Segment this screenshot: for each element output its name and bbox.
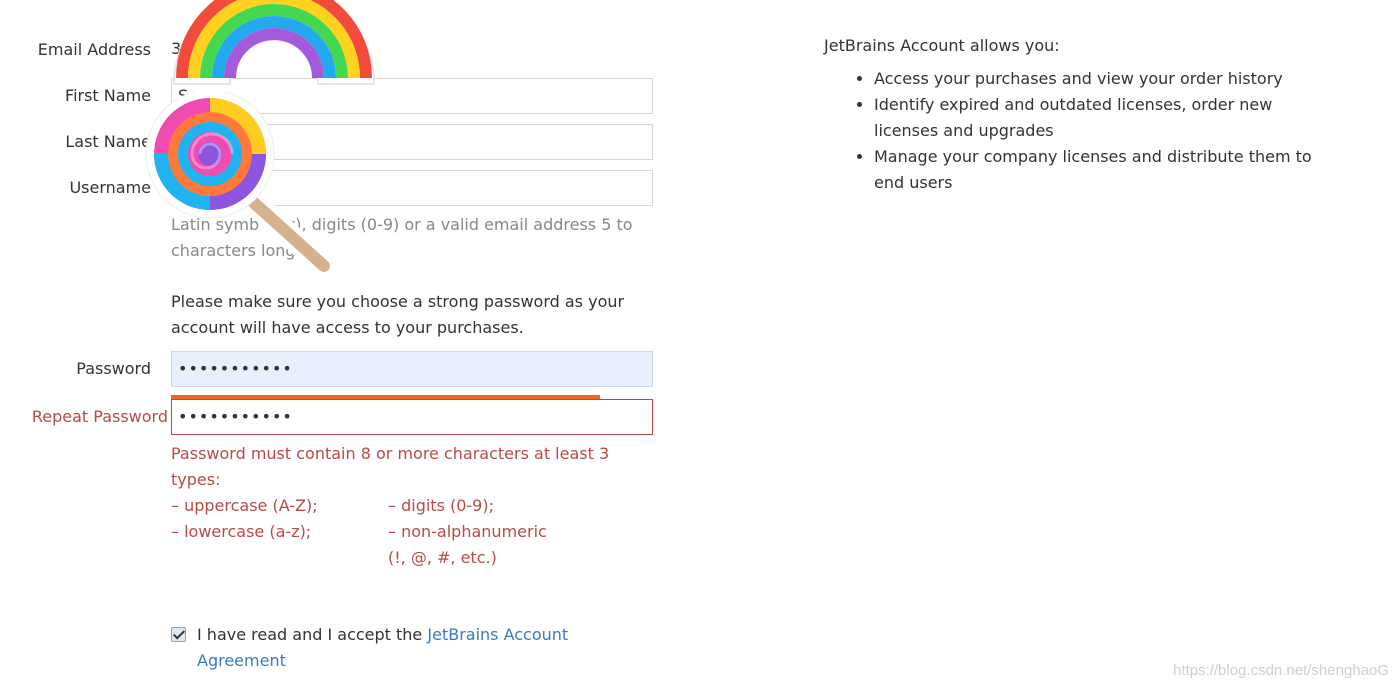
rainbow-sticker — [172, 0, 376, 85]
benefits-item: Manage your company licenses and distrib… — [874, 144, 1314, 196]
benefits-item: Access your purchases and view your orde… — [874, 66, 1314, 92]
first-name-label: First Name — [65, 86, 151, 105]
benefits-heading: JetBrains Account allows you: — [824, 36, 1060, 55]
agreement-checkbox[interactable] — [171, 627, 186, 642]
benefits-list: Access your purchases and view your orde… — [824, 66, 1324, 196]
password-label: Password — [76, 359, 151, 378]
username-label: Username — [69, 178, 151, 197]
error-uppercase: – uppercase (A-Z); — [171, 496, 318, 515]
email-label: Email Address — [37, 40, 151, 59]
error-nonalphanumeric-examples: (!, @, #, etc.) — [388, 548, 497, 567]
watermark: https://blog.csdn.net/shenghaoG — [1173, 662, 1389, 679]
lollipop-sticker — [145, 92, 338, 280]
repeat-password-label: Repeat Password — [31, 407, 168, 426]
error-nonalphanumeric: – non-alphanumeric — [388, 522, 547, 541]
error-digits: – digits (0-9); — [388, 496, 494, 515]
password-error-message: Password must contain 8 or more characte… — [171, 444, 610, 489]
repeat-password-input[interactable]: ••••••••••• — [171, 399, 653, 435]
last-name-label: Last Name — [65, 132, 151, 151]
password-note: Please make sure you choose a strong pas… — [171, 292, 625, 337]
agreement-text: I have read and I accept the JetBrains A… — [197, 622, 617, 674]
account-benefits-panel: JetBrains Account allows you: Access you… — [824, 34, 1324, 196]
benefits-item: Identify expired and outdated licenses, … — [874, 92, 1314, 144]
password-input[interactable]: ••••••••••• — [171, 351, 653, 387]
registration-form: Email Address 3 First Name S Last Name U… — [0, 0, 700, 685]
agreement-label: I have read and I accept the — [197, 625, 423, 644]
error-lowercase: – lowercase (a-z); — [171, 522, 312, 541]
